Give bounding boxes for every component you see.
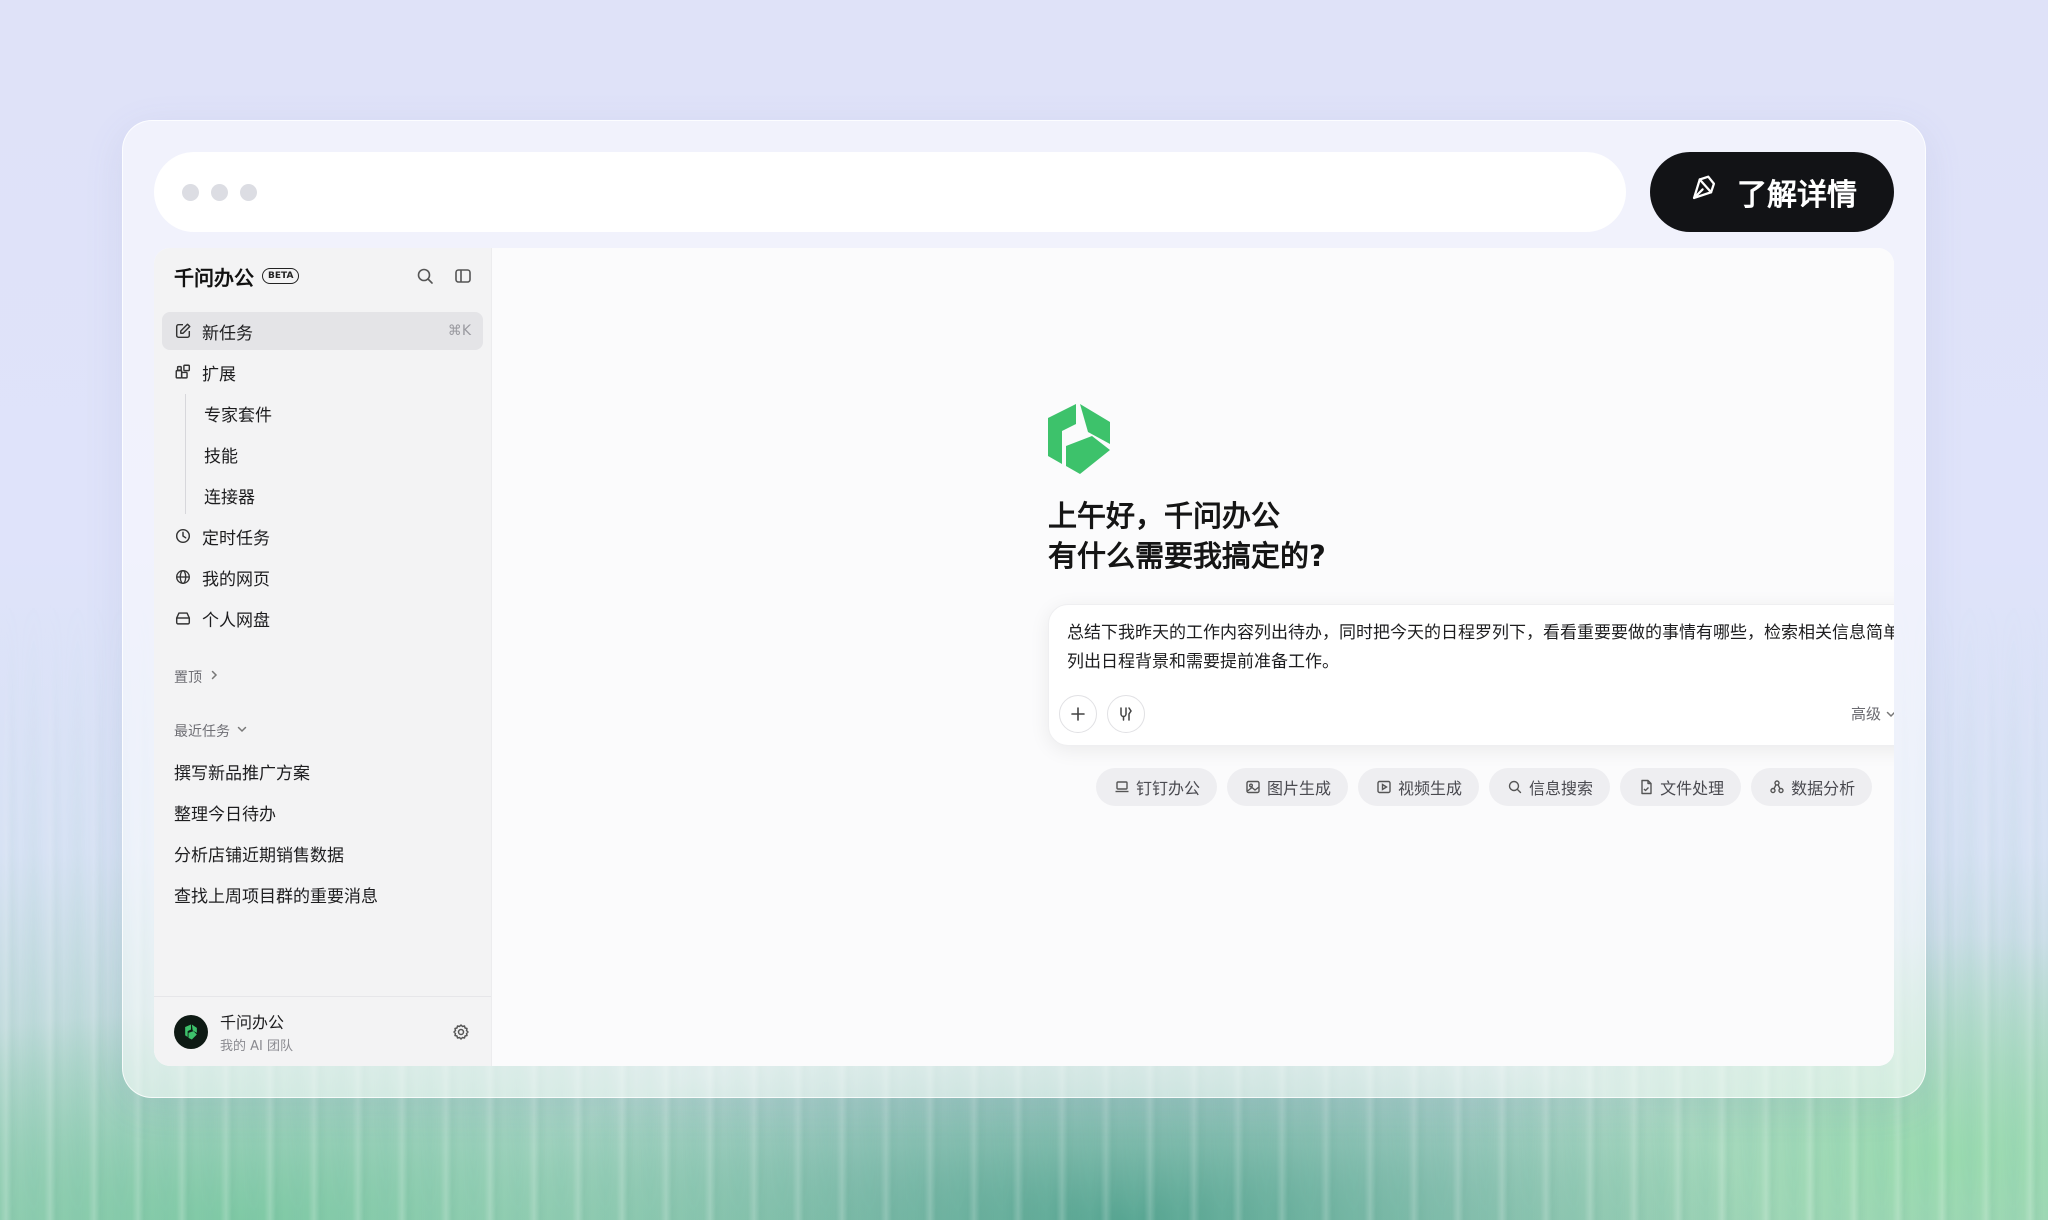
main-panel: 上午好，千问办公 有什么需要我搞定的? 总结下我昨天的工作内容列出待办，同时把今…	[492, 248, 1894, 1066]
chip-dingtalk[interactable]: 钉钉办公	[1096, 768, 1218, 806]
globe-icon	[174, 568, 192, 586]
footer-name: 千问办公	[220, 1013, 285, 1032]
beta-badge: BETA	[262, 268, 300, 284]
chip-video-gen[interactable]: 视频生成	[1358, 768, 1480, 806]
sidebar: 千问办公 BETA 新任务 ⌘K 扩展 专家套件 技能 连接器 定时任务 我的网…	[154, 248, 492, 1066]
chip-label: 视频生成	[1398, 779, 1463, 798]
brand-name: 千问办公	[174, 265, 254, 290]
pinned-label: 置顶	[174, 670, 202, 686]
sidebar-item-label: 新任务	[202, 323, 253, 344]
extensions-icon	[174, 363, 192, 381]
chevron-down-icon	[1886, 711, 1894, 717]
sidebar-footer[interactable]: 千问办公 我的 AI 团队	[154, 996, 491, 1066]
video-icon	[1377, 780, 1391, 794]
sidebar-header: 千问办公 BETA	[154, 248, 491, 304]
chevron-down-icon	[236, 723, 248, 739]
sidebar-item-expert-suite[interactable]: 专家套件	[204, 394, 483, 432]
recent-task-item[interactable]: 撰写新品推广方案	[154, 752, 491, 790]
sidebar-item-label: 我的网页	[202, 569, 270, 590]
footer-team: 我的 AI 团队	[220, 1039, 293, 1054]
sidebar-item-personal-drive[interactable]: 个人网盘	[162, 599, 483, 637]
quick-actions: 钉钉办公 图片生成 视频生成 信息搜索 文件处理 数据分析	[1096, 768, 1873, 806]
drive-icon	[174, 609, 192, 627]
window-dot	[211, 183, 228, 201]
sidebar-item-scheduled-tasks[interactable]: 定时任务	[162, 517, 483, 555]
file-icon	[1641, 779, 1652, 795]
brand-logo-icon	[185, 1024, 197, 1039]
learn-more-button[interactable]: 了解详情	[1650, 152, 1894, 232]
tools-icon	[1120, 707, 1132, 721]
prompt-composer[interactable]: 总结下我昨天的工作内容列出待办，同时把今天的日程罗列下，看看重要要做的事情有哪些…	[1048, 604, 1894, 746]
recent-label: 最近任务	[174, 724, 230, 740]
sidebar-item-label: 扩展	[202, 364, 236, 385]
sidebar-item-connectors[interactable]: 连接器	[204, 476, 483, 514]
chevron-right-icon	[208, 669, 220, 685]
recent-section-toggle[interactable]: 最近任务	[154, 716, 491, 746]
chip-label: 信息搜索	[1529, 779, 1594, 798]
greeting-line-2: 有什么需要我搞定的?	[1048, 539, 1326, 573]
mode-dropdown[interactable]: 高级	[1851, 703, 1894, 724]
window-dot	[182, 183, 199, 201]
chip-image-gen[interactable]: 图片生成	[1227, 768, 1349, 806]
pinned-section-toggle[interactable]: 置顶	[154, 662, 491, 692]
sidebar-nav: 新任务 ⌘K 扩展 专家套件 技能 连接器 定时任务 我的网页 个人网盘	[154, 304, 491, 637]
prompt-input[interactable]: 总结下我昨天的工作内容列出待办，同时把今天的日程罗列下，看看重要要做的事情有哪些…	[1067, 619, 1894, 677]
chip-label: 文件处理	[1660, 779, 1725, 798]
app-window: 千问办公 BETA 新任务 ⌘K 扩展 专家套件 技能 连接器 定时任务 我的网…	[154, 248, 1894, 1066]
sidebar-item-new-task[interactable]: 新任务 ⌘K	[162, 312, 483, 350]
recent-task-item[interactable]: 分析店铺近期销售数据	[154, 834, 491, 872]
shortcut-hint: ⌘K	[447, 323, 471, 339]
plus-icon	[1071, 707, 1085, 721]
browser-url-bar[interactable]	[154, 152, 1626, 232]
window-dot	[240, 183, 257, 201]
chip-label: 数据分析	[1791, 779, 1856, 798]
brand: 千问办公 BETA	[174, 262, 300, 291]
recent-task-item[interactable]: 整理今日待办	[154, 793, 491, 831]
clock-icon	[174, 527, 192, 545]
learn-more-label: 了解详情	[1737, 178, 1857, 213]
chip-file-processing[interactable]: 文件处理	[1620, 768, 1742, 806]
chip-search[interactable]: 信息搜索	[1489, 768, 1611, 806]
sidebar-item-my-pages[interactable]: 我的网页	[162, 558, 483, 596]
sidebar-item-label: 定时任务	[202, 528, 270, 549]
gear-icon[interactable]	[451, 1022, 471, 1042]
sidebar-item-extensions[interactable]: 扩展	[162, 353, 483, 391]
extensions-submenu: 专家套件 技能 连接器	[185, 394, 483, 514]
chip-data-analysis[interactable]: 数据分析	[1751, 768, 1873, 806]
image-icon	[1246, 780, 1260, 794]
recent-task-item[interactable]: 查找上周项目群的重要消息	[154, 875, 491, 913]
sidebar-item-skills[interactable]: 技能	[204, 435, 483, 473]
sidebar-item-label: 个人网盘	[202, 610, 270, 631]
tools-button[interactable]	[1107, 695, 1145, 733]
edit-icon	[174, 322, 192, 340]
search-icon[interactable]	[415, 266, 435, 286]
add-attachment-button[interactable]	[1059, 695, 1097, 733]
greeting: 上午好，千问办公 有什么需要我搞定的?	[1048, 496, 1326, 576]
mode-label: 高级	[1851, 705, 1882, 723]
greeting-line-1: 上午好，千问办公	[1048, 499, 1281, 533]
laptop-icon	[1115, 781, 1129, 793]
sidebar-toggle-icon[interactable]	[453, 266, 473, 286]
brand-logo-icon	[1048, 404, 1110, 474]
chip-label: 图片生成	[1267, 779, 1332, 798]
chart-icon	[1770, 780, 1784, 794]
avatar	[174, 1014, 208, 1049]
pen-sparkle-icon	[1687, 171, 1721, 213]
search-icon	[1508, 780, 1522, 794]
chip-label: 钉钉办公	[1136, 779, 1201, 798]
